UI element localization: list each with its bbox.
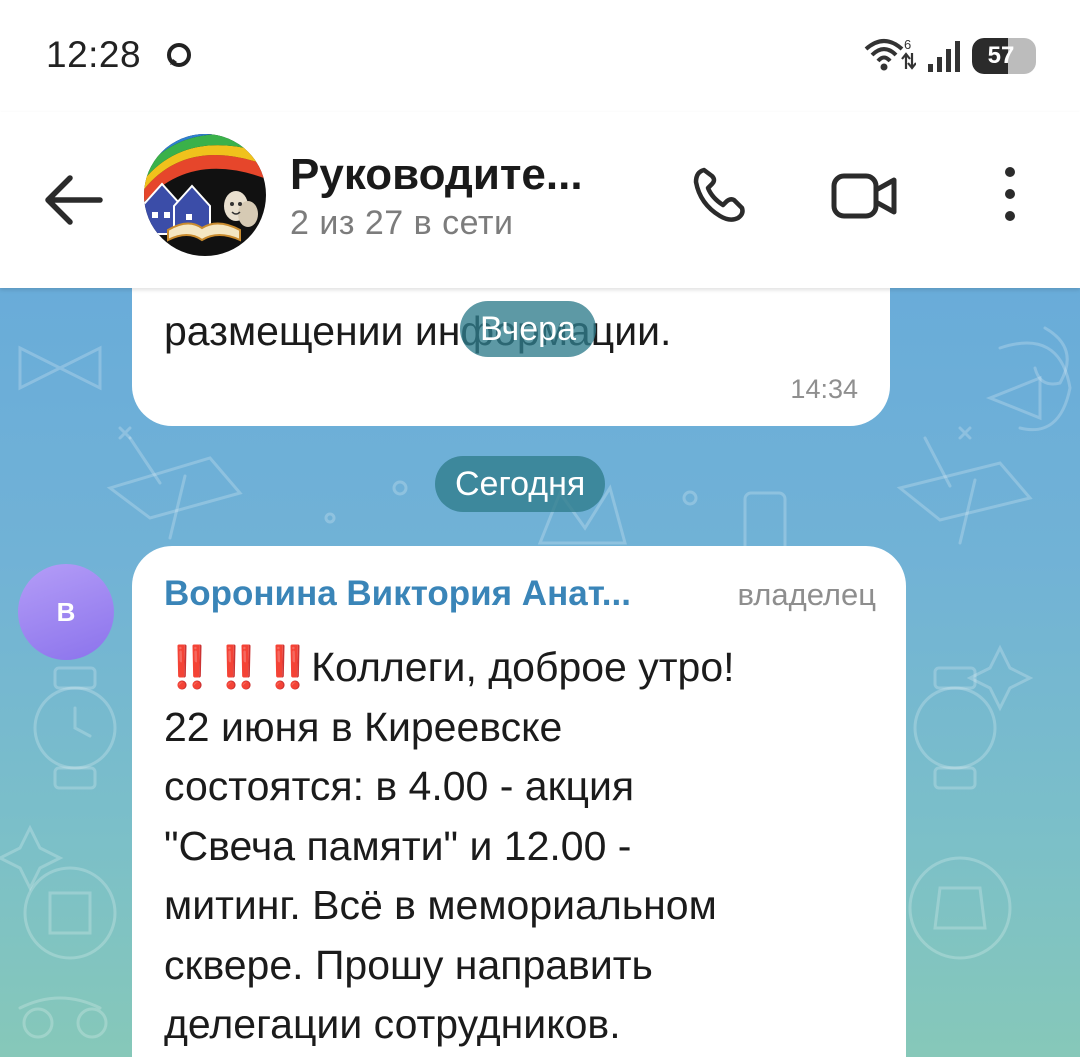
- wifi-icon: 6: [864, 37, 916, 71]
- sender-avatar[interactable]: В: [18, 564, 114, 660]
- chat-title[interactable]: Руководите...: [290, 150, 583, 200]
- chat-subtitle-online-count: 2 из 27 в сети: [290, 204, 514, 242]
- group-logo-image: [144, 134, 266, 256]
- previous-message-time: 14:34: [790, 374, 858, 404]
- message-line: состоятся: в 4.00 - акция: [164, 763, 635, 809]
- sender-role-badge: владелец: [737, 577, 876, 612]
- status-bar: 12:28 6 57: [0, 0, 1080, 112]
- chat-notification-icon: [167, 43, 191, 67]
- double-exclamation-emoji: ‼️‼️‼️: [164, 644, 313, 690]
- message-line: сквере. Прошу направить: [164, 941, 653, 988]
- status-time: 12:28: [46, 34, 142, 75]
- message-line: митинг. Всё в мемориальном: [164, 882, 717, 928]
- message-text: ‼️‼️‼️Коллеги, доброе утро! 22 июня в Ки…: [164, 638, 894, 1055]
- message-line: "Свеча памяти" и 12.00 -: [164, 822, 632, 869]
- chat-header: Руководите... 2 из 27 в сети: [0, 112, 1080, 288]
- network-type-label: 6: [904, 37, 911, 52]
- chat-messages-area[interactable]: размещении информации. 14:34 Вчера Сегод…: [0, 288, 1080, 1057]
- message-line: ‼️‼️‼️Коллеги, доброе утро!: [164, 638, 894, 698]
- date-chip-yesterday: Вчера: [460, 301, 596, 357]
- battery-level-text: 57: [987, 42, 1015, 69]
- message-sender-row: Воронина Виктория Анат... владелец: [164, 574, 876, 618]
- video-camera-icon[interactable]: [830, 168, 898, 224]
- battery-indicator: 57: [972, 38, 1036, 74]
- back-arrow-icon[interactable]: [42, 172, 104, 228]
- more-vertical-icon[interactable]: [990, 162, 1030, 226]
- signal-strength-icon: [928, 41, 960, 72]
- message-line-text: Коллеги, доброе утро!: [311, 644, 735, 690]
- message-line: делегации сотрудников.: [164, 1001, 621, 1047]
- message-line: 22 июня в Киреевске: [164, 703, 563, 750]
- sender-name[interactable]: Воронина Виктория Анат...: [164, 574, 631, 614]
- phone-icon[interactable]: [690, 164, 752, 226]
- group-avatar[interactable]: [144, 134, 266, 256]
- date-chip-today: Сегодня: [435, 456, 606, 512]
- message-bubble[interactable]: Воронина Виктория Анат... владелец ‼️‼️‼…: [132, 546, 906, 1057]
- status-indicators: 6 57: [864, 36, 1036, 76]
